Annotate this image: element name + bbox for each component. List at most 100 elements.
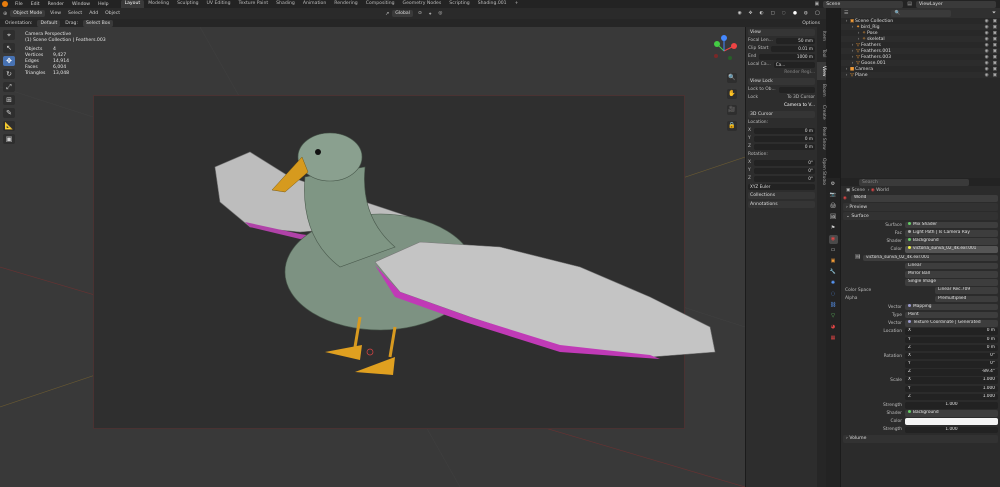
orientation-dropdown[interactable]: Default xyxy=(37,19,61,27)
view-layer-props-icon[interactable]: 🖼 xyxy=(829,213,838,222)
rotation-z-field[interactable]: Z -89.4° xyxy=(905,369,998,376)
to-3d-cursor-checkbox[interactable]: To 3D Cursor xyxy=(787,95,815,100)
shading-material-icon[interactable]: ◍ xyxy=(802,11,810,16)
output-props-icon[interactable]: 🖨 xyxy=(829,202,838,211)
mode-dropdown[interactable]: Object Mode xyxy=(10,10,46,17)
camera-toggle-icon[interactable]: ▣ xyxy=(993,55,1000,60)
visibility-eye-icon[interactable]: ◉ xyxy=(985,67,993,72)
visibility-eye-icon[interactable]: ◉ xyxy=(985,61,993,66)
modifier-props-icon[interactable]: 🔧 xyxy=(829,268,838,277)
workspace-tab-shading-001[interactable]: Shading.001 xyxy=(474,0,511,8)
interpolation-dropdown[interactable]: Linear xyxy=(905,262,998,270)
vector-field[interactable]: Mapping xyxy=(905,303,998,311)
cursor-z-field[interactable]: 0 m xyxy=(754,143,815,150)
transform-tool-icon[interactable]: ⊞ xyxy=(3,95,15,105)
shading-render-icon[interactable]: ◯ xyxy=(813,11,822,16)
goose-model[interactable] xyxy=(0,27,745,487)
workspace-tab-compositing[interactable]: Compositing xyxy=(362,0,399,8)
blender-logo-icon[interactable] xyxy=(2,1,8,7)
properties-search-input[interactable]: Search xyxy=(859,178,969,186)
menu-view[interactable]: View xyxy=(48,11,63,16)
menu-edit[interactable]: Edit xyxy=(27,2,44,7)
menu-window[interactable]: Window xyxy=(68,2,94,7)
surface-section[interactable]: ⌄ Surface xyxy=(843,212,998,221)
workspace-tab-uv-editing[interactable]: UV Editing xyxy=(203,0,235,8)
material-props-icon[interactable]: ◕ xyxy=(829,323,838,332)
visibility-eye-icon[interactable]: ◉ xyxy=(985,43,993,48)
scene-breadcrumb[interactable]: Scene xyxy=(852,188,865,193)
visibility-eye-icon[interactable]: ◉ xyxy=(985,49,993,54)
physics-props-icon[interactable]: ◌ xyxy=(829,290,838,299)
camera-toggle-icon[interactable]: ▣ xyxy=(993,49,1000,54)
visibility-eye-icon[interactable]: ◉ xyxy=(985,37,993,42)
outliner-search-input[interactable]: 🔍 xyxy=(891,9,952,17)
overlay-icon[interactable]: ◐ xyxy=(757,11,765,16)
shader2-field[interactable]: Background xyxy=(905,410,998,417)
collection-props-icon[interactable]: ▭ xyxy=(829,246,838,255)
outliner-row[interactable]: › ▽ Plane ◉ ▣ xyxy=(841,72,1000,78)
constraints-props-icon[interactable]: ⛓ xyxy=(829,301,838,310)
annotate-tool-icon[interactable]: ✎ xyxy=(3,108,15,118)
view-section-header[interactable]: View xyxy=(748,29,815,36)
menu-select[interactable]: Select xyxy=(66,11,84,16)
preview-section[interactable]: › Preview xyxy=(843,203,998,212)
clip-start-field[interactable]: 0.01 m xyxy=(771,45,815,52)
menu-object[interactable]: Object xyxy=(103,11,122,16)
image-icon[interactable]: 🖼 xyxy=(855,255,863,260)
visibility-eye-icon[interactable]: ◉ xyxy=(985,19,993,24)
render-props-icon[interactable]: 📷 xyxy=(829,191,838,200)
workspace-tab-texture-paint[interactable]: Texture Paint xyxy=(235,0,273,8)
volume-section[interactable]: › Volume xyxy=(843,434,998,443)
visibility-eye-icon[interactable]: ◉ xyxy=(985,55,993,60)
visibility-eye-icon[interactable]: ◉ xyxy=(985,73,993,78)
rotate-tool-icon[interactable]: ↻ xyxy=(3,69,15,79)
drag-dropdown[interactable]: Select Box xyxy=(83,19,114,27)
menu-render[interactable]: Render xyxy=(44,2,68,7)
cursor-y-field[interactable]: 0 m xyxy=(753,135,815,142)
workspace-tab-layout[interactable]: Layout xyxy=(120,0,145,8)
lock-to-object-field[interactable] xyxy=(778,86,815,93)
surface-field[interactable]: Mix Shader xyxy=(905,221,998,229)
shading-solid-icon[interactable]: ● xyxy=(791,11,799,16)
shader-field[interactable]: Background xyxy=(905,238,998,245)
sidebar-tab-item[interactable]: Item xyxy=(817,27,826,45)
camera-toggle-icon[interactable]: ▣ xyxy=(993,25,1000,30)
vector2-field[interactable]: Texture Coordinate | Generated xyxy=(905,320,998,327)
workspace-tab--[interactable]: + xyxy=(511,0,523,8)
strength2-field[interactable]: 1.000 xyxy=(905,426,998,434)
workspace-tab-animation[interactable]: Animation xyxy=(299,0,330,8)
zoom-icon[interactable]: 🔍 xyxy=(727,73,737,83)
hand-pan-icon[interactable]: ✋ xyxy=(727,89,737,99)
shading-wire-icon[interactable]: ◌ xyxy=(780,11,788,16)
filter-icon[interactable]: ⏷ xyxy=(992,10,1000,16)
camera-to-view-checkbox[interactable]: Camera to V... xyxy=(784,103,815,108)
image-datablock-field[interactable]: victoria_sunva_02_4k.exr.001 xyxy=(863,254,998,262)
snap-icon[interactable]: ⌖ xyxy=(427,11,434,17)
location-y-field[interactable]: Y 0 m xyxy=(905,336,998,344)
editor-type-icon[interactable]: ⊕ xyxy=(3,11,7,17)
pivot-icon[interactable]: ⊙ xyxy=(416,11,424,16)
camera-toggle-icon[interactable]: ▣ xyxy=(993,67,1000,72)
scale-y-field[interactable]: Y 1.000 xyxy=(905,385,998,393)
options-button[interactable]: Options xyxy=(800,21,826,26)
scale-tool-icon[interactable]: ⤢ xyxy=(3,82,15,92)
workspace-tab-geometry-nodes[interactable]: Geometry Nodes xyxy=(399,0,446,8)
rotation-x-field[interactable]: X 0° xyxy=(905,352,998,360)
scene-props-icon[interactable]: ⚑ xyxy=(829,224,838,233)
focal-length-field[interactable]: 50 mm xyxy=(775,37,815,44)
sidebar-tab-boom[interactable]: Boom xyxy=(817,80,826,101)
menu-add[interactable]: Add xyxy=(87,11,100,16)
sidebar-tab-open-studio[interactable]: Open Studio xyxy=(817,154,826,189)
viewlayer-selector[interactable]: ViewLayer xyxy=(916,0,996,8)
3d-viewport[interactable]: Camera Perspective (1) Scene Collection … xyxy=(0,27,745,487)
3d-cursor-section-header[interactable]: 3D Cursor xyxy=(748,111,815,118)
transform-orientation-dropdown[interactable]: Global xyxy=(392,10,413,17)
camera-toggle-icon[interactable]: ▣ xyxy=(993,37,1000,42)
workspace-tab-modeling[interactable]: Modeling xyxy=(144,0,173,8)
annotations-section-header[interactable]: Annotations xyxy=(748,201,815,208)
visibility-eye-icon[interactable]: ◉ xyxy=(985,25,993,30)
camera-toggle-icon[interactable]: ▣ xyxy=(993,31,1000,36)
menu-help[interactable]: Help xyxy=(94,2,112,7)
visibility-icon[interactable]: ◉ xyxy=(736,11,744,16)
world-props-icon[interactable]: ◉ xyxy=(828,235,838,244)
